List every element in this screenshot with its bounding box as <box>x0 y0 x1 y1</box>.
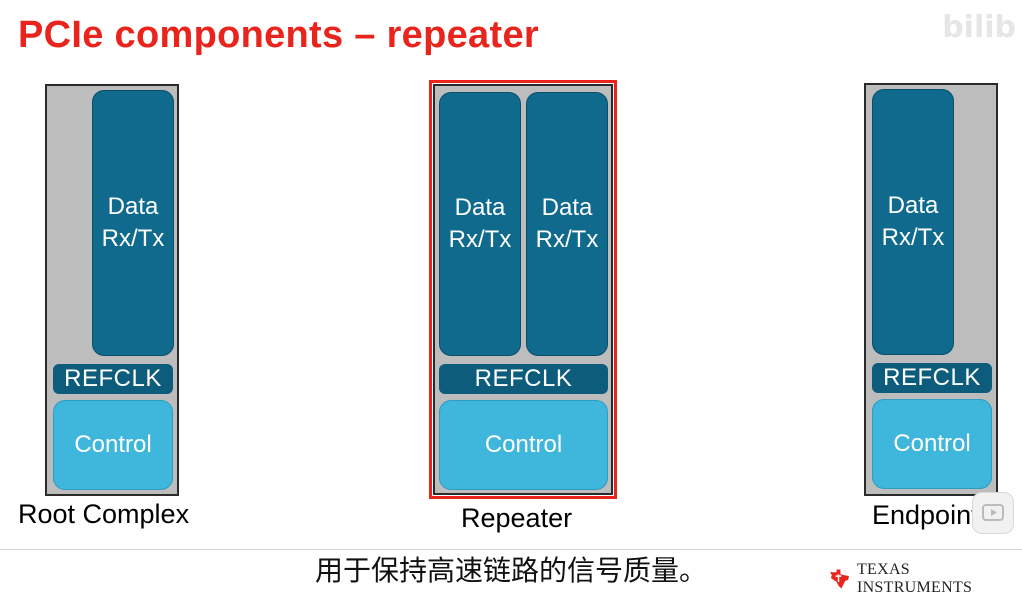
endpoint-label: Endpoint <box>872 500 979 530</box>
video-play-badge[interactable] <box>972 492 1014 534</box>
endpoint-control: Control <box>872 399 992 489</box>
texas-state-logo-icon <box>829 569 850 589</box>
ti-logo-text: TEXAS INSTRUMENTS <box>856 561 973 596</box>
play-icon <box>982 504 1004 521</box>
root-complex-label: Root Complex <box>18 499 190 529</box>
data-label: Data <box>107 193 159 220</box>
endpoint-box: Data Rx/Tx REFCLK Control <box>864 83 998 496</box>
endpoint-data-block: Data Rx/Tx <box>872 89 954 355</box>
rx-tx-label: Rx/Tx <box>881 224 945 251</box>
ti-logo: TEXAS INSTRUMENTS <box>828 561 1022 597</box>
root-complex-data-block: Data Rx/Tx <box>92 90 174 356</box>
repeater-highlight-frame <box>429 80 617 499</box>
data-label: Data <box>887 192 939 219</box>
root-complex-control: Control <box>53 400 173 490</box>
root-complex-box: Data Rx/Tx REFCLK Control <box>45 84 179 496</box>
endpoint-refclk: REFCLK <box>872 363 992 393</box>
root-complex-refclk: REFCLK <box>53 364 173 394</box>
slide-title: PCIe components – repeater <box>18 14 539 56</box>
watermark: bilib <box>942 10 1016 45</box>
rx-tx-label: Rx/Tx <box>101 225 165 252</box>
repeater-label: Repeater <box>461 503 573 533</box>
